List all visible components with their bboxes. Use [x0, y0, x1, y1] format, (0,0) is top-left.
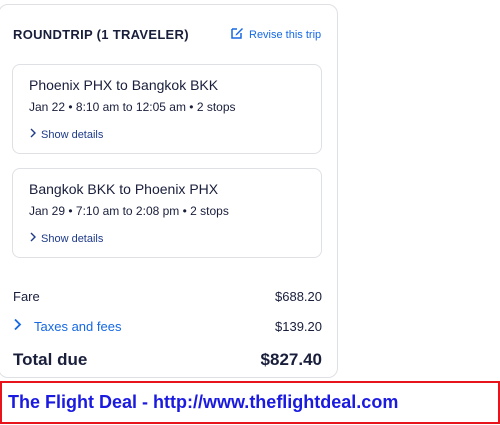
flight-leg-outbound: Phoenix PHX to Bangkok BKK Jan 22 • 8:10…: [12, 64, 322, 154]
trip-type-heading: ROUNDTRIP (1 TRAVELER): [13, 27, 189, 42]
show-details-link[interactable]: Show details: [29, 232, 103, 245]
flight-leg-return: Bangkok BKK to Phoenix PHX Jan 29 • 7:10…: [12, 168, 322, 258]
revise-trip-link[interactable]: Revise this trip: [230, 26, 321, 43]
leg-times: Jan 29 • 7:10 am to 2:08 pm • 2 stops: [29, 204, 229, 218]
show-details-label: Show details: [41, 232, 104, 245]
chevron-right-icon: [29, 232, 41, 245]
banner-text: The Flight Deal - http://www.theflightde…: [8, 392, 399, 412]
revise-trip-label: Revise this trip: [249, 28, 322, 41]
fare-value: $688.20: [275, 289, 322, 304]
taxes-label: Taxes and fees: [34, 318, 122, 334]
fare-label: Fare: [13, 289, 40, 304]
watermark-banner: The Flight Deal - http://www.theflightde…: [0, 381, 500, 424]
trip-summary-card: ROUNDTRIP (1 TRAVELER) Revise this trip …: [0, 4, 338, 378]
total-label: Total due: [13, 350, 88, 369]
chevron-right-icon: [29, 128, 41, 141]
leg-route: Bangkok BKK to Phoenix PHX: [29, 181, 219, 197]
taxes-row: Taxes and fees $139.20: [13, 318, 322, 334]
edit-pencil-icon: [230, 26, 249, 43]
show-details-label: Show details: [41, 128, 104, 141]
leg-route: Phoenix PHX to Bangkok BKK: [29, 77, 219, 93]
taxes-toggle[interactable]: Taxes and fees: [13, 318, 121, 334]
leg-times: Jan 22 • 8:10 am to 12:05 am • 2 stops: [29, 100, 236, 114]
taxes-value: $139.20: [275, 318, 322, 334]
fare-row: Fare $688.20: [13, 289, 322, 304]
chevron-right-icon: [13, 318, 34, 334]
total-value: $827.40: [260, 350, 322, 369]
total-row: Total due $827.40: [13, 350, 322, 370]
show-details-link[interactable]: Show details: [29, 128, 103, 141]
